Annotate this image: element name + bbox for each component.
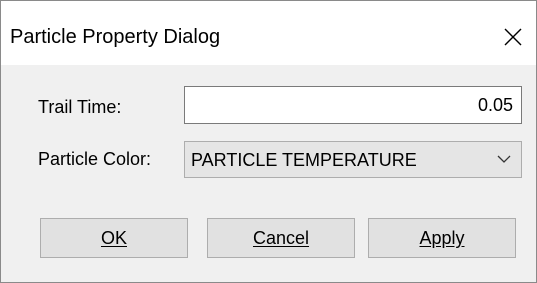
apply-button[interactable]: Apply <box>368 218 516 258</box>
trail-time-input[interactable] <box>184 86 522 124</box>
particle-color-select[interactable]: PARTICLE TEMPERATURE <box>184 141 522 178</box>
dialog-title: Particle Property Dialog <box>10 26 221 48</box>
close-button[interactable] <box>490 15 536 59</box>
dialog-window: Particle Property Dialog Trail Time: Par… <box>0 0 537 283</box>
cancel-button-label: Cancel <box>252 228 310 248</box>
ok-button[interactable]: OK <box>40 218 188 258</box>
chevron-down-icon <box>497 155 511 163</box>
close-icon <box>504 28 522 46</box>
ok-button-label: OK <box>100 228 127 248</box>
trail-time-label: Trail Time: <box>38 97 122 117</box>
cancel-button[interactable]: Cancel <box>207 218 355 258</box>
title-bar: Particle Property Dialog <box>1 1 536 65</box>
particle-color-value: PARTICLE TEMPERATURE <box>191 150 417 170</box>
particle-color-label: Particle Color: <box>38 149 152 169</box>
apply-button-label: Apply <box>419 228 465 248</box>
